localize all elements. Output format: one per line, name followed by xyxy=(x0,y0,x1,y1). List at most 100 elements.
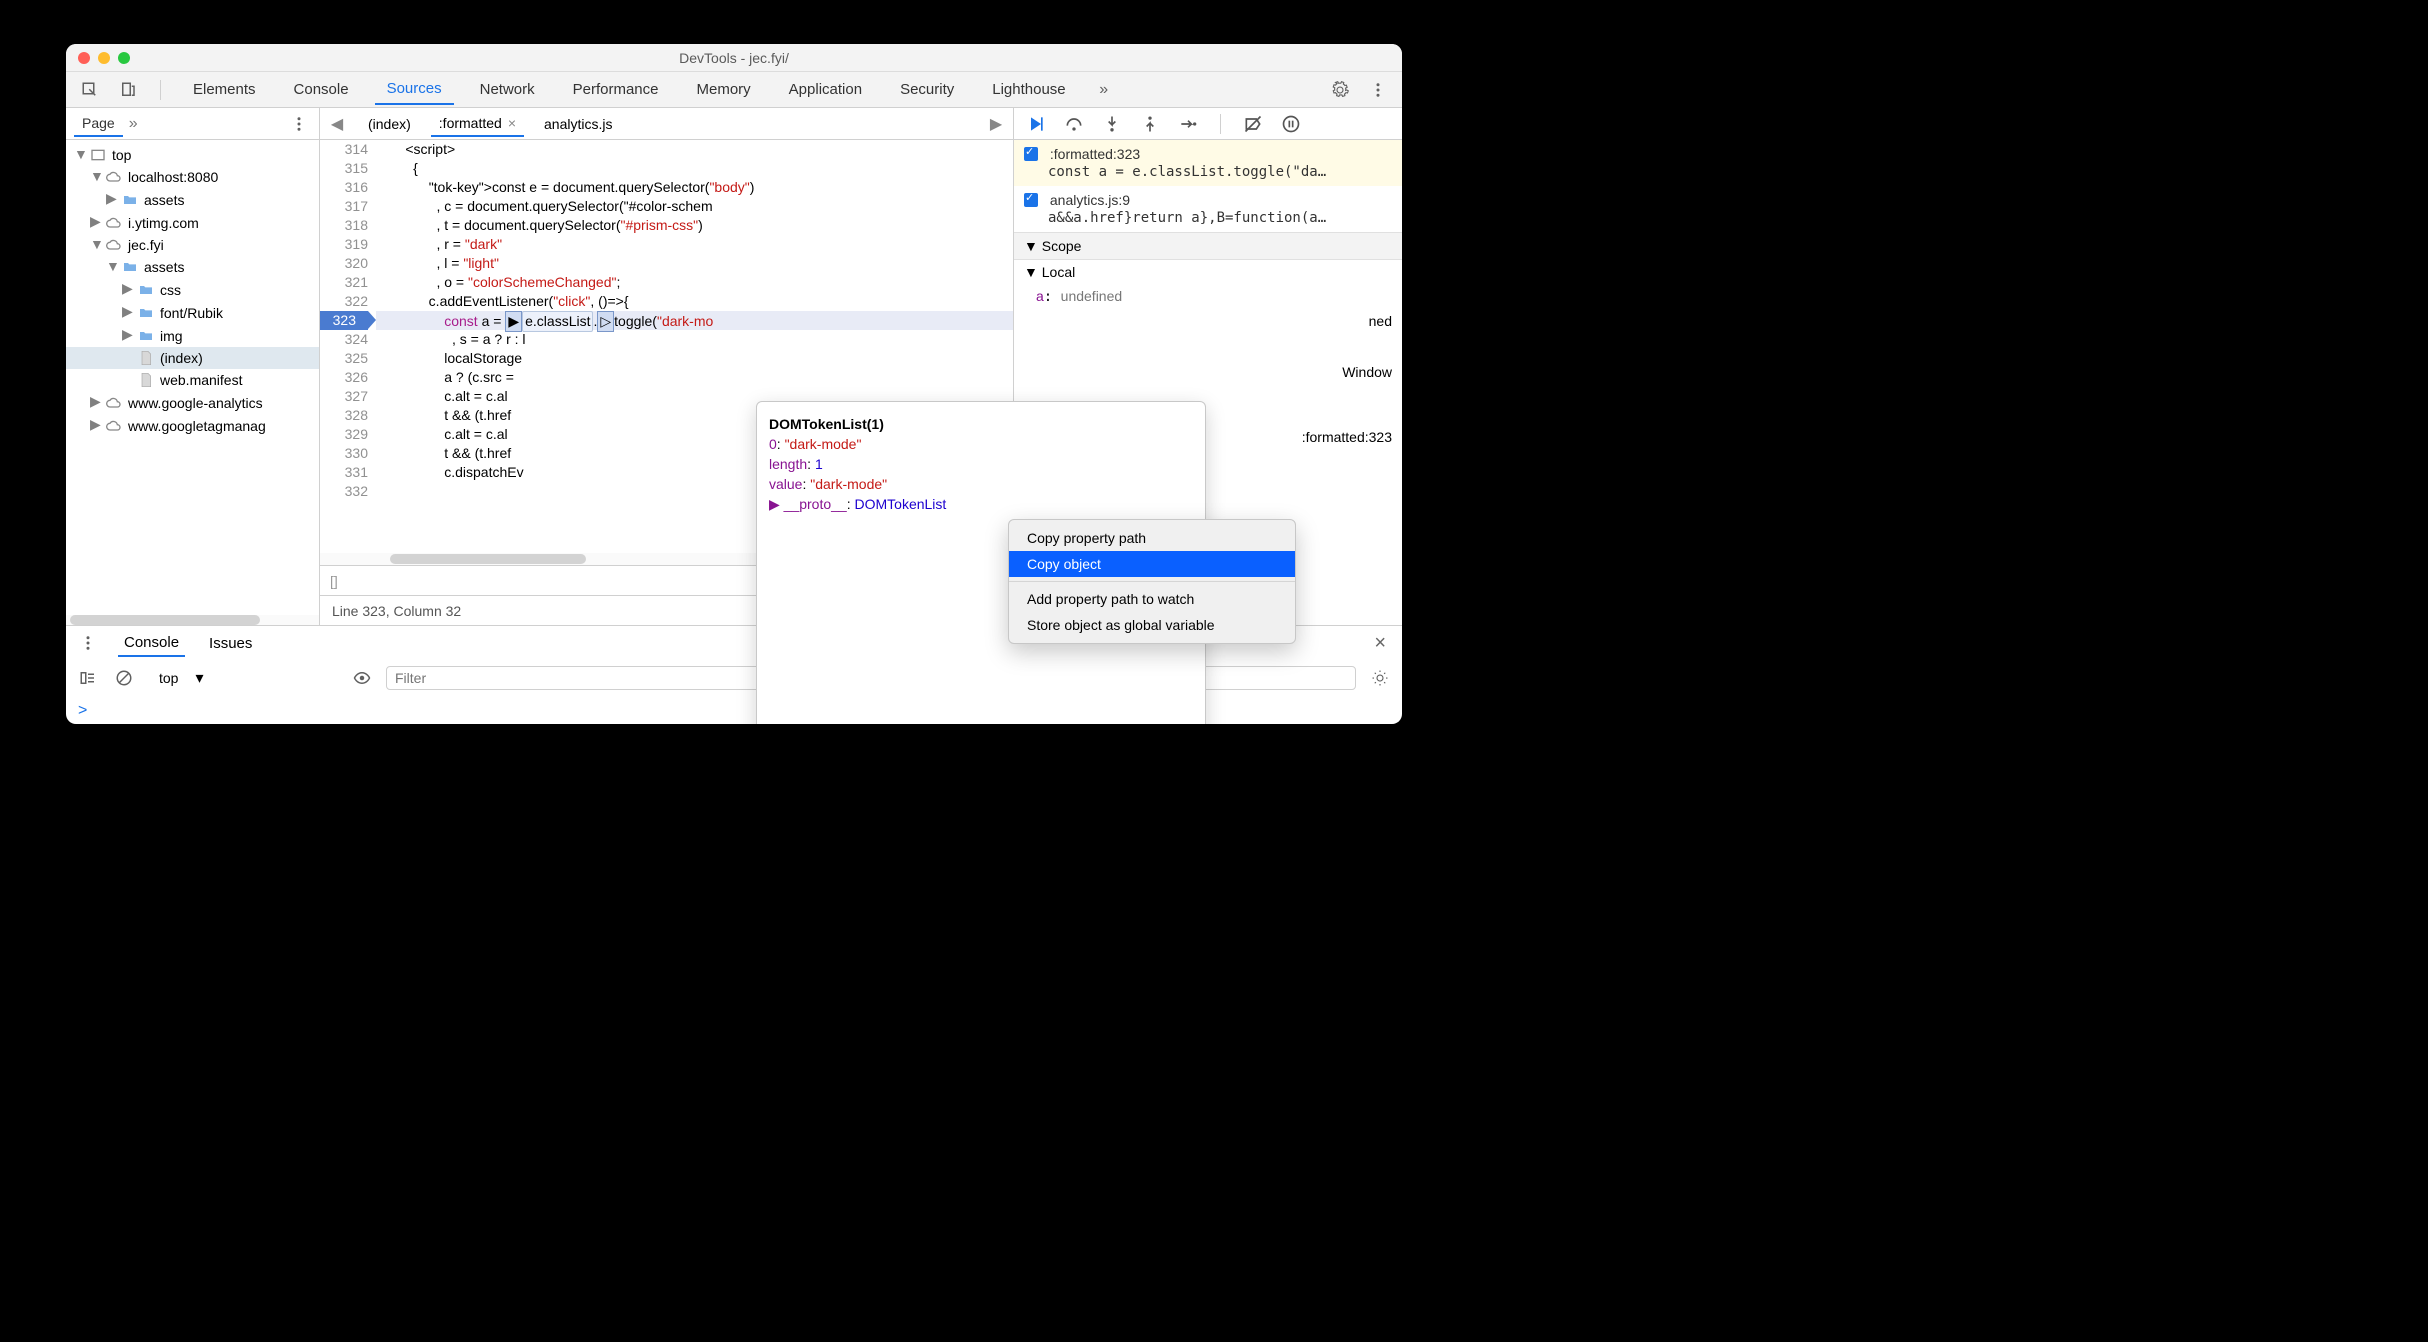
file-tab-index[interactable]: (index) xyxy=(360,112,419,136)
tree-label: css xyxy=(160,282,181,298)
tree-twisty[interactable]: ▼ xyxy=(106,258,116,274)
tree-row[interactable]: ▼ top xyxy=(66,144,319,166)
tooltip-row[interactable]: ▶ __proto__: DOMTokenList xyxy=(769,494,1193,515)
tree-row[interactable]: ▶ www.google-analytics xyxy=(66,391,319,414)
inspect-icon[interactable] xyxy=(78,78,102,102)
debugger-toolbar xyxy=(1014,108,1402,140)
local-var-row[interactable]: a: undefined xyxy=(1014,284,1402,309)
tree-row[interactable]: ▼ jec.fyi xyxy=(66,234,319,256)
sidebar-hscroll[interactable] xyxy=(66,615,319,625)
callframe-file: :formatted:323 xyxy=(1302,429,1392,445)
tree-row[interactable]: ▶i.ytimg.com xyxy=(66,211,319,234)
tree-twisty[interactable]: ▶ xyxy=(122,326,132,343)
step-out-icon[interactable] xyxy=(1138,112,1162,136)
tab-performance[interactable]: Performance xyxy=(561,75,671,104)
step-into-icon[interactable] xyxy=(1100,112,1124,136)
tab-memory[interactable]: Memory xyxy=(685,75,763,104)
close-tab-icon[interactable]: × xyxy=(508,115,516,131)
tree-twisty[interactable]: ▶ xyxy=(122,303,132,320)
more-tabs-icon[interactable]: » xyxy=(1092,78,1116,102)
drawer-tab-issues[interactable]: Issues xyxy=(203,631,258,656)
console-settings-icon[interactable] xyxy=(1368,666,1392,690)
page-tab[interactable]: Page xyxy=(74,111,123,137)
tree-row[interactable]: ▼localhost:8080 xyxy=(66,166,319,188)
close-drawer-icon[interactable]: × xyxy=(1368,628,1392,659)
resume-icon[interactable] xyxy=(1024,112,1048,136)
tooltip-row[interactable]: value: "dark-mode" xyxy=(769,474,1193,494)
tree-label: www.google-analytics xyxy=(128,395,263,411)
context-menu-item[interactable]: Store object as global variable xyxy=(1009,612,1295,638)
clear-console-icon[interactable] xyxy=(112,666,136,690)
context-label: top xyxy=(148,667,189,689)
file-tab-label: (index) xyxy=(368,116,411,132)
line-gutter[interactable]: 3143153163173183193203213223233243253263… xyxy=(320,140,376,553)
tree-row[interactable]: ▶ www.googletagmanag xyxy=(66,414,319,437)
context-selector[interactable]: top ▾ xyxy=(148,667,338,689)
minimize-window-button[interactable] xyxy=(98,52,110,64)
breakpoint-item[interactable]: analytics.js:9 a&&a.href}return a},B=fun… xyxy=(1014,186,1402,232)
tree-row[interactable]: ▼assets xyxy=(66,256,319,278)
step-icon[interactable] xyxy=(1176,112,1200,136)
tooltip-row[interactable]: length: 1 xyxy=(769,454,1193,474)
tree-twisty[interactable]: ▶ xyxy=(122,280,132,297)
tree-label: www.googletagmanag xyxy=(128,418,266,434)
tab-elements[interactable]: Elements xyxy=(181,75,268,104)
tab-nav-next-icon[interactable]: ▶ xyxy=(985,114,1007,134)
breakpoint-label: :formatted:323 xyxy=(1050,146,1140,162)
tree-twisty[interactable]: ▼ xyxy=(74,146,84,162)
tooltip-row[interactable]: 0: "dark-mode" xyxy=(769,434,1193,454)
breakpoint-checkbox[interactable] xyxy=(1024,193,1038,207)
tree-label: jec.fyi xyxy=(128,237,164,253)
sidebar: Page » ▼ top ▼localhost:8080▶assets▶i.ytim… xyxy=(66,108,320,625)
tree-row[interactable]: (index) xyxy=(66,347,319,369)
breakpoint-checkbox[interactable] xyxy=(1024,147,1038,161)
tree-row[interactable]: ▶img xyxy=(66,324,319,347)
breakpoint-item[interactable]: :formatted:323 const a = e.classList.tog… xyxy=(1014,140,1402,186)
tree-row[interactable]: ▶ css xyxy=(66,278,319,301)
tree-twisty[interactable]: ▶ xyxy=(90,416,100,433)
tree-label: font/Rubik xyxy=(160,305,223,321)
context-menu-item[interactable]: Add property path to watch xyxy=(1009,586,1295,612)
file-tab-analytics[interactable]: analytics.js xyxy=(536,112,620,136)
settings-icon[interactable] xyxy=(1328,78,1352,102)
local-header[interactable]: ▼ Local xyxy=(1014,260,1402,284)
kebab-menu-icon[interactable] xyxy=(1366,78,1390,102)
local-var-row: ned xyxy=(1014,309,1402,334)
sidebar-more-icon[interactable]: » xyxy=(129,115,138,133)
tree-twisty[interactable]: ▼ xyxy=(90,168,100,184)
tree-label: top xyxy=(112,147,131,163)
deactivate-breakpoints-icon[interactable] xyxy=(1241,112,1265,136)
tree-twisty[interactable]: ▶ xyxy=(90,213,100,230)
pause-exceptions-icon[interactable] xyxy=(1279,112,1303,136)
tab-application[interactable]: Application xyxy=(777,75,874,104)
step-over-icon[interactable] xyxy=(1062,112,1086,136)
tree-row[interactable]: ▶assets xyxy=(66,188,319,211)
live-expression-icon[interactable] xyxy=(350,666,374,690)
context-menu-item[interactable]: Copy object xyxy=(1009,551,1295,577)
tab-network[interactable]: Network xyxy=(468,75,547,104)
tree-twisty[interactable]: ▶ xyxy=(90,393,100,410)
file-tab-formatted[interactable]: :formatted× xyxy=(431,111,524,137)
tree-row[interactable]: web.manifest xyxy=(66,369,319,391)
file-tree[interactable]: ▼ top ▼localhost:8080▶assets▶i.ytimg.com ▼ j… xyxy=(66,140,319,615)
titlebar: DevTools - jec.fyi/ xyxy=(66,44,1402,72)
tab-console[interactable]: Console xyxy=(282,75,361,104)
console-sidebar-icon[interactable] xyxy=(76,666,100,690)
context-menu-item[interactable]: Copy property path xyxy=(1009,525,1295,551)
sidebar-kebab-icon[interactable] xyxy=(287,112,311,136)
maximize-window-button[interactable] xyxy=(118,52,130,64)
drawer-tab-console[interactable]: Console xyxy=(118,630,185,657)
tab-security[interactable]: Security xyxy=(888,75,966,104)
scope-header[interactable]: ▼ Scope xyxy=(1014,232,1402,260)
tab-sources[interactable]: Sources xyxy=(375,74,454,105)
device-toolbar-icon[interactable] xyxy=(116,78,140,102)
window-title: DevTools - jec.fyi/ xyxy=(66,50,1402,66)
context-menu: Copy property pathCopy object Add propert… xyxy=(1008,519,1296,644)
tree-twisty[interactable]: ▶ xyxy=(106,190,116,207)
tab-nav-prev-icon[interactable]: ◀ xyxy=(326,114,348,134)
drawer-kebab-icon[interactable] xyxy=(76,631,100,655)
close-window-button[interactable] xyxy=(78,52,90,64)
tree-twisty[interactable]: ▼ xyxy=(90,236,100,252)
tree-row[interactable]: ▶ font/Rubik xyxy=(66,301,319,324)
tab-lighthouse[interactable]: Lighthouse xyxy=(980,75,1077,104)
